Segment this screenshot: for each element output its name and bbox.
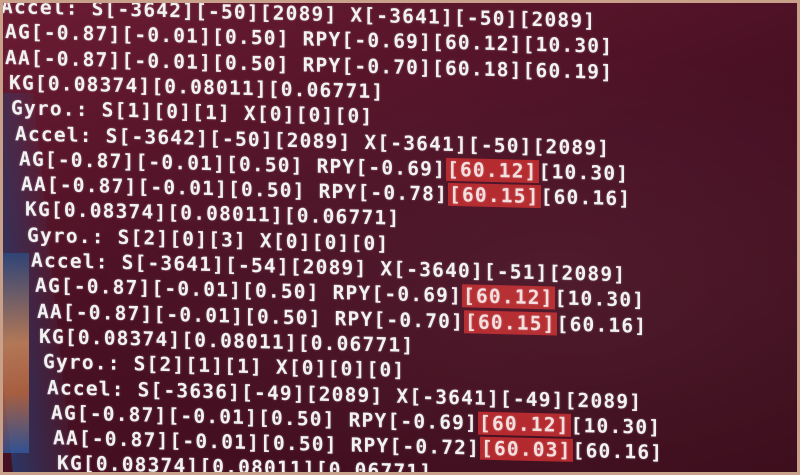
terminal-line-suffix: [10.30]	[554, 286, 646, 312]
terminal-line-suffix: [60.16]	[572, 439, 664, 465]
highlighted-value: [60.12]	[478, 411, 571, 437]
photo-frame: Accel: S[-3642][-50][2089] X[-3641][-50]…	[0, 0, 800, 475]
terminal-output: Accel: S[-3642][-50][2089] X[-3641][-50]…	[3, 3, 797, 472]
highlighted-value: [60.12]	[446, 157, 539, 183]
terminal-line-suffix: [60.16]	[556, 312, 648, 338]
highlighted-value: [60.15]	[464, 309, 557, 336]
highlighted-value: [60.15]	[448, 182, 541, 209]
highlighted-value: [60.03]	[480, 436, 573, 463]
terminal-line-suffix: [60.16]	[540, 185, 632, 211]
terminal-line-suffix: [10.30]	[570, 413, 662, 439]
terminal-line-suffix: [10.30]	[538, 159, 630, 186]
highlighted-value: [60.12]	[462, 284, 555, 310]
